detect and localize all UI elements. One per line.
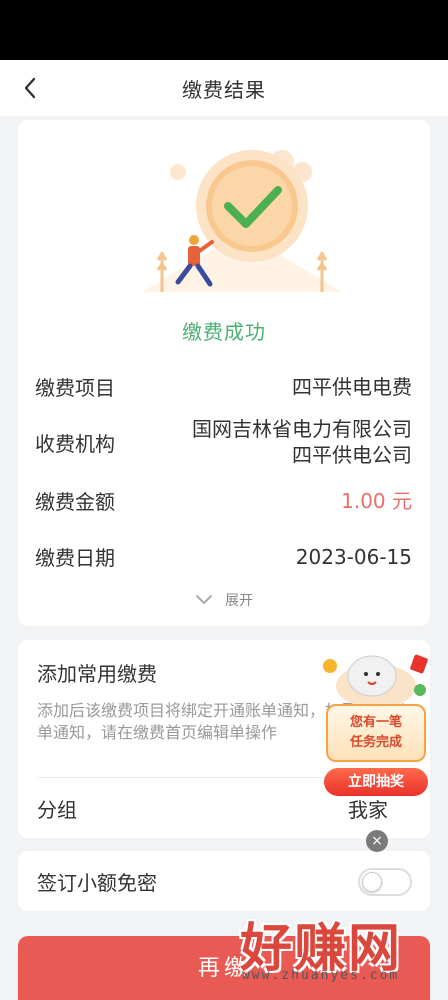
- payment-item-label: 缴费项目: [35, 376, 115, 400]
- chevron-down-icon: [196, 595, 212, 605]
- task-reward-widget[interactable]: 您有一笔 任务完成 立即抽奖: [320, 650, 434, 814]
- payee-org-value: 国网吉林省电力有限公司 四平供电公司: [192, 416, 412, 468]
- task-bubble-line1: 您有一笔: [349, 715, 402, 730]
- task-bubble-line2: 任务完成: [349, 735, 402, 750]
- chevron-left-icon: [24, 77, 36, 99]
- task-complete-bubble: 您有一笔 任务完成: [326, 704, 426, 762]
- site-watermark: 好赚网 www.zhuanyes.com: [236, 906, 436, 996]
- payee-org-line1: 国网吉林省电力有限公司: [192, 417, 412, 441]
- mascot-icon: [323, 654, 428, 708]
- navigation-bar: 缴费结果: [0, 60, 448, 116]
- payment-success-text: 缴费成功: [182, 320, 266, 344]
- expand-details-button[interactable]: 展开: [18, 590, 430, 610]
- payment-date-value: 2023-06-15: [295, 544, 412, 569]
- page-title: 缴费结果: [182, 77, 266, 102]
- payee-org-label: 收费机构: [35, 431, 115, 456]
- lottery-button[interactable]: 立即抽奖: [324, 768, 428, 796]
- payment-item-row: 缴费项目 四平供电电费: [35, 372, 412, 401]
- payee-org-row: 收费机构 国网吉林省电力有限公司 四平供电公司: [35, 416, 412, 468]
- payment-amount-label: 缴费金额: [35, 490, 115, 514]
- back-button[interactable]: [14, 72, 46, 104]
- password-free-toggle[interactable]: [358, 868, 412, 896]
- payment-date-label: 缴费日期: [35, 546, 115, 570]
- group-label: 分组: [37, 798, 77, 822]
- add-favorite-title: 添加常用缴费: [37, 662, 157, 686]
- expand-label: 展开: [225, 593, 253, 609]
- payment-item-value: 四平供电电费: [292, 374, 412, 399]
- payment-result-card: 缴费成功 缴费项目 四平供电电费 收费机构 国网吉林省电力有限公司 四平供电公司…: [18, 120, 430, 626]
- payment-success-illustration: [142, 150, 342, 292]
- payee-org-line2: 四平供电公司: [292, 443, 412, 467]
- payment-amount-row: 缴费金额 1.00 元: [35, 486, 412, 515]
- toggle-knob: [362, 872, 382, 892]
- payment-amount-value: 1.00 元: [341, 488, 412, 513]
- watermark-url: www.zhuanyes.com: [242, 968, 400, 983]
- password-free-label: 签订小额免密: [37, 871, 157, 895]
- payment-date-row: 缴费日期 2023-06-15: [35, 542, 412, 571]
- close-widget-button[interactable]: ×: [366, 830, 388, 852]
- small-amount-password-free-card: 签订小额免密: [18, 851, 430, 911]
- status-bar: [0, 0, 448, 60]
